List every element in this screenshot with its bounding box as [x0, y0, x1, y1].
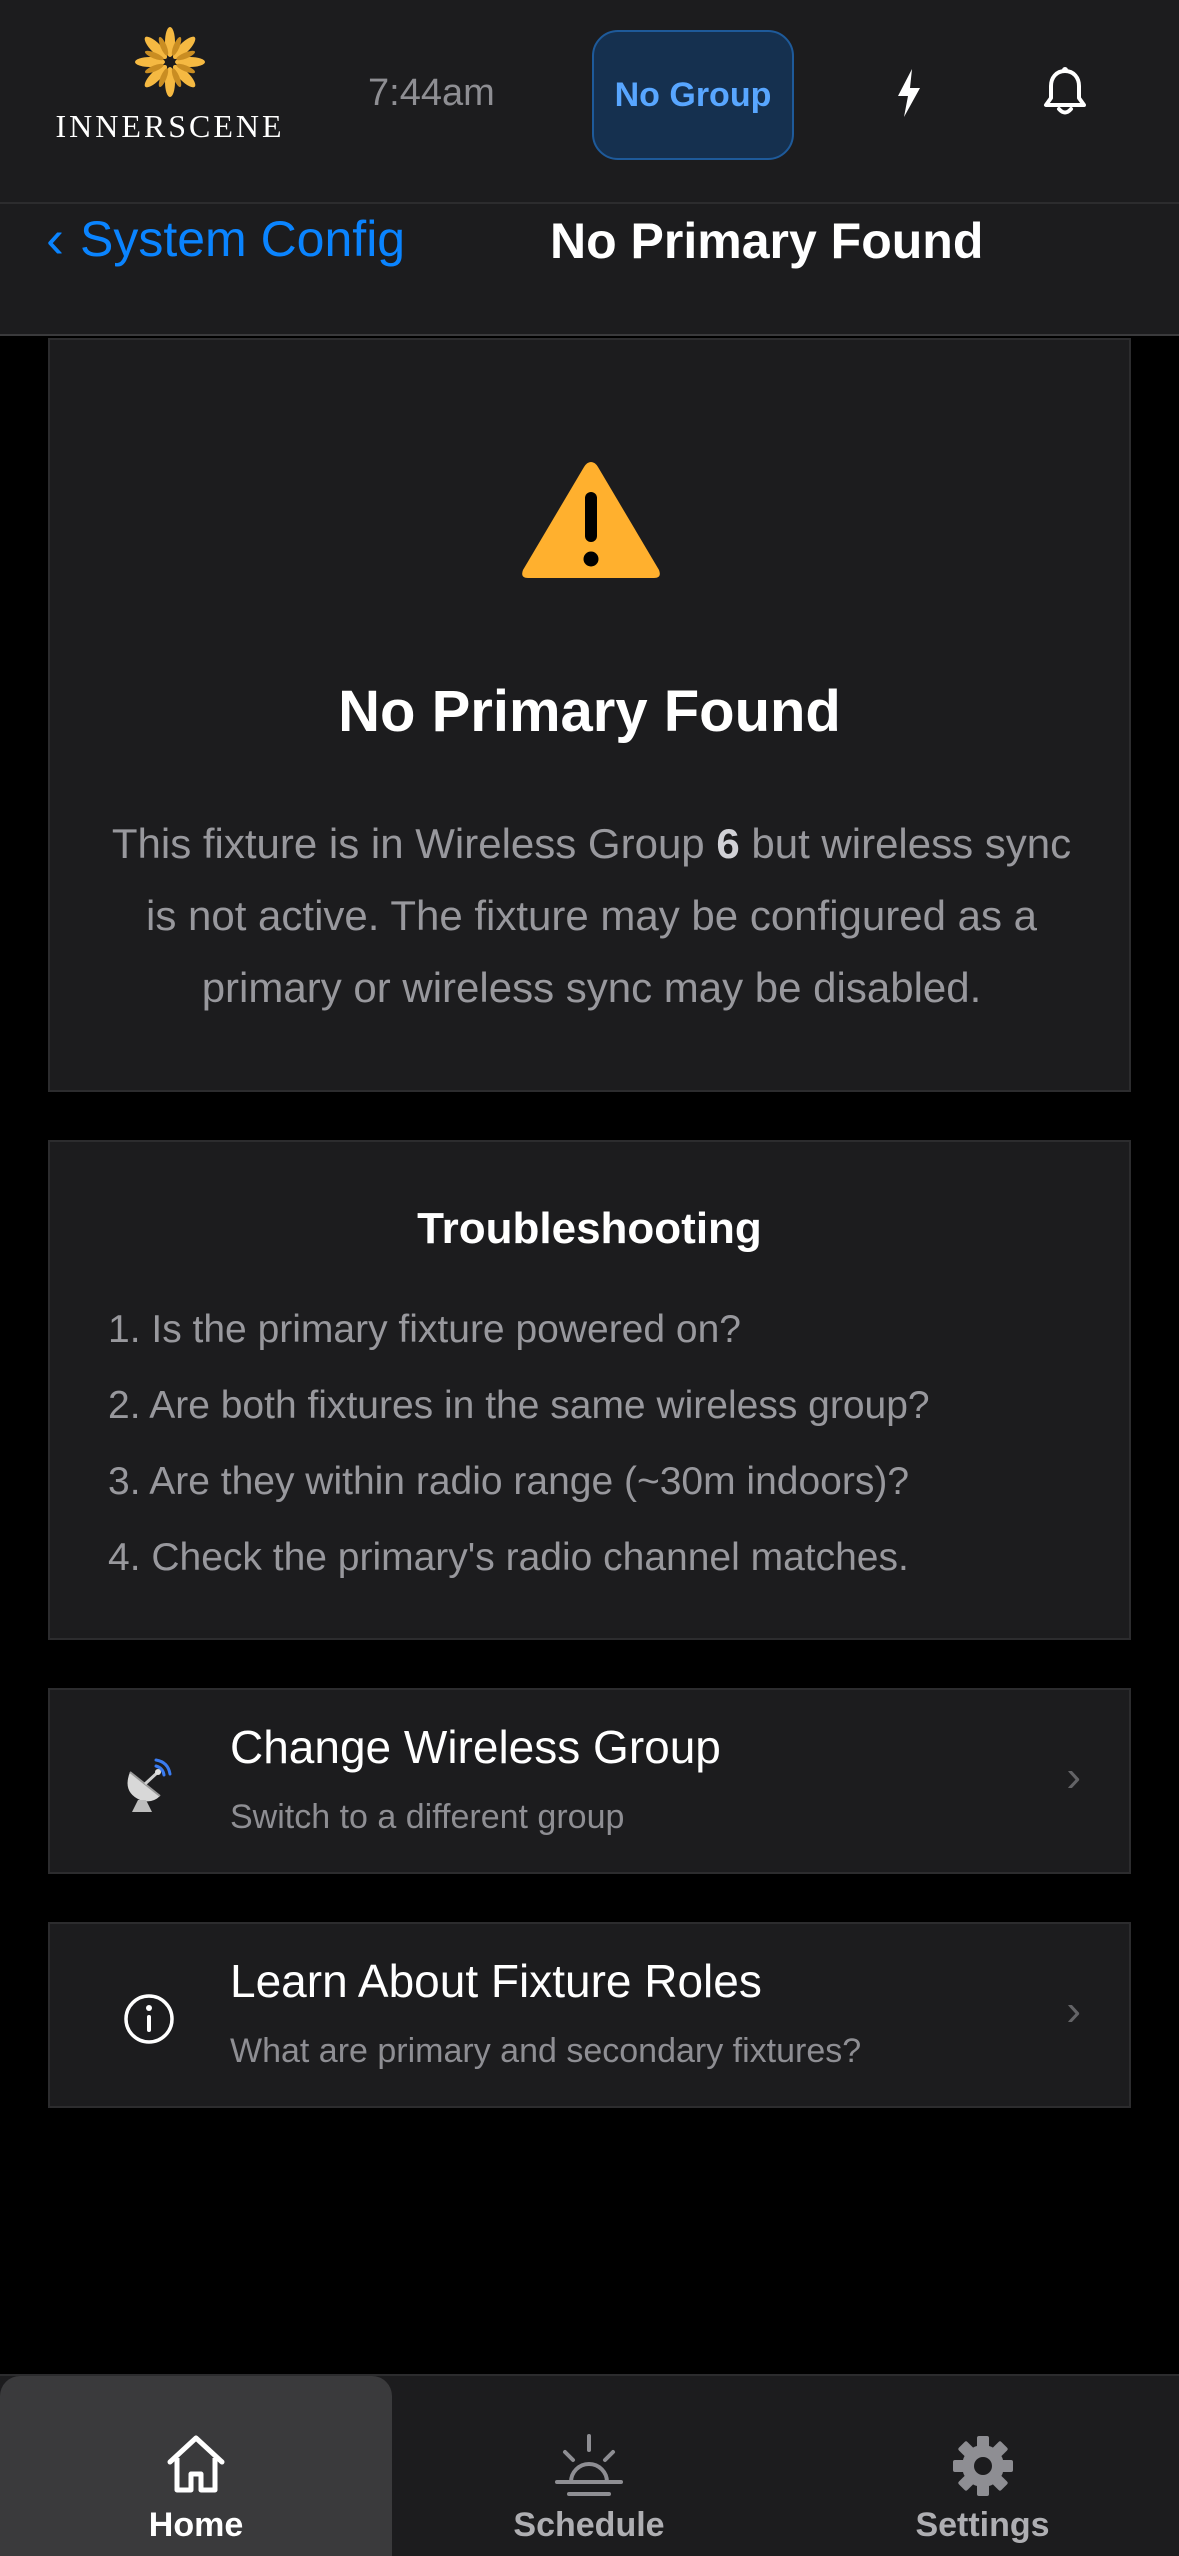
wireless-group-number: 6	[716, 820, 740, 867]
troubleshooting-step: 4. Check the primary's radio channel mat…	[108, 1536, 909, 1579]
page-title: No Primary Found	[550, 213, 984, 269]
troubleshooting-list: 1. Is the primary fixture powered on? 2.…	[108, 1292, 930, 1596]
troubleshooting-title: Troubleshooting	[417, 1204, 762, 1253]
troubleshooting-step: 2. Are both fixtures in the same wireles…	[108, 1384, 930, 1427]
home-icon	[0, 2434, 392, 2494]
warning-card: No Primary Found This fixture is in Wire…	[48, 338, 1131, 1092]
tab-settings[interactable]: Settings	[786, 2376, 1179, 2556]
gear-icon	[786, 2434, 1179, 2498]
learn-fixture-roles-button[interactable]: Learn About Fixture Roles What are prima…	[48, 1922, 1131, 2108]
chevron-right-icon: ›	[1066, 1752, 1081, 1801]
brand-logo: INNERSCENE	[50, 22, 290, 152]
sunrise-icon	[392, 2434, 786, 2502]
tab-home[interactable]: Home	[0, 2376, 392, 2556]
change-wireless-group-button[interactable]: Change Wireless Group Switch to a differ…	[48, 1688, 1131, 1874]
tab-label: Schedule	[513, 2506, 665, 2544]
notifications-button[interactable]	[1030, 58, 1100, 128]
warning-text-start: This fixture is in Wireless Group	[111, 820, 717, 867]
satellite-dish-icon	[110, 1746, 188, 1824]
chevron-right-icon: ›	[1066, 1986, 1081, 2035]
group-selector-button[interactable]: No Group	[592, 30, 794, 160]
warning-triangle-icon	[518, 456, 664, 589]
action-subtitle: Switch to a different group	[230, 1798, 625, 1836]
action-title: Learn About Fixture Roles	[230, 1955, 762, 2007]
back-button[interactable]: ‹ System Config	[46, 208, 405, 270]
brand-name: INNERSCENE	[55, 108, 285, 144]
tab-label: Home	[148, 2506, 244, 2544]
top-bar: INNERSCENE 7:44am No Group	[0, 0, 1179, 204]
lightning-bolt-icon	[898, 69, 920, 117]
action-title: Change Wireless Group	[230, 1721, 721, 1773]
tab-schedule[interactable]: Schedule	[392, 2376, 786, 2556]
tab-bar: Home Schedule Settings	[0, 2374, 1179, 2556]
troubleshooting-step: 3. Are they within radio range (~30m ind…	[108, 1460, 910, 1503]
troubleshooting-step: 1. Is the primary fixture powered on?	[108, 1308, 741, 1351]
clock-time: 7:44am	[368, 72, 495, 114]
warning-title: No Primary Found	[338, 679, 841, 744]
troubleshooting-card: Troubleshooting 1. Is the primary fixtur…	[48, 1140, 1131, 1640]
bell-icon	[1044, 67, 1086, 115]
back-label: System Config	[79, 211, 406, 267]
info-circle-icon	[110, 1980, 188, 2058]
action-subtitle: What are primary and secondary fixtures?	[230, 2032, 862, 2070]
sunburst-logo-icon	[135, 27, 205, 97]
tab-label: Settings	[915, 2506, 1050, 2544]
chevron-left-icon: ‹	[46, 209, 64, 269]
power-button[interactable]	[874, 58, 944, 128]
warning-message: This fixture is in Wireless Group 6 but …	[110, 808, 1073, 1024]
